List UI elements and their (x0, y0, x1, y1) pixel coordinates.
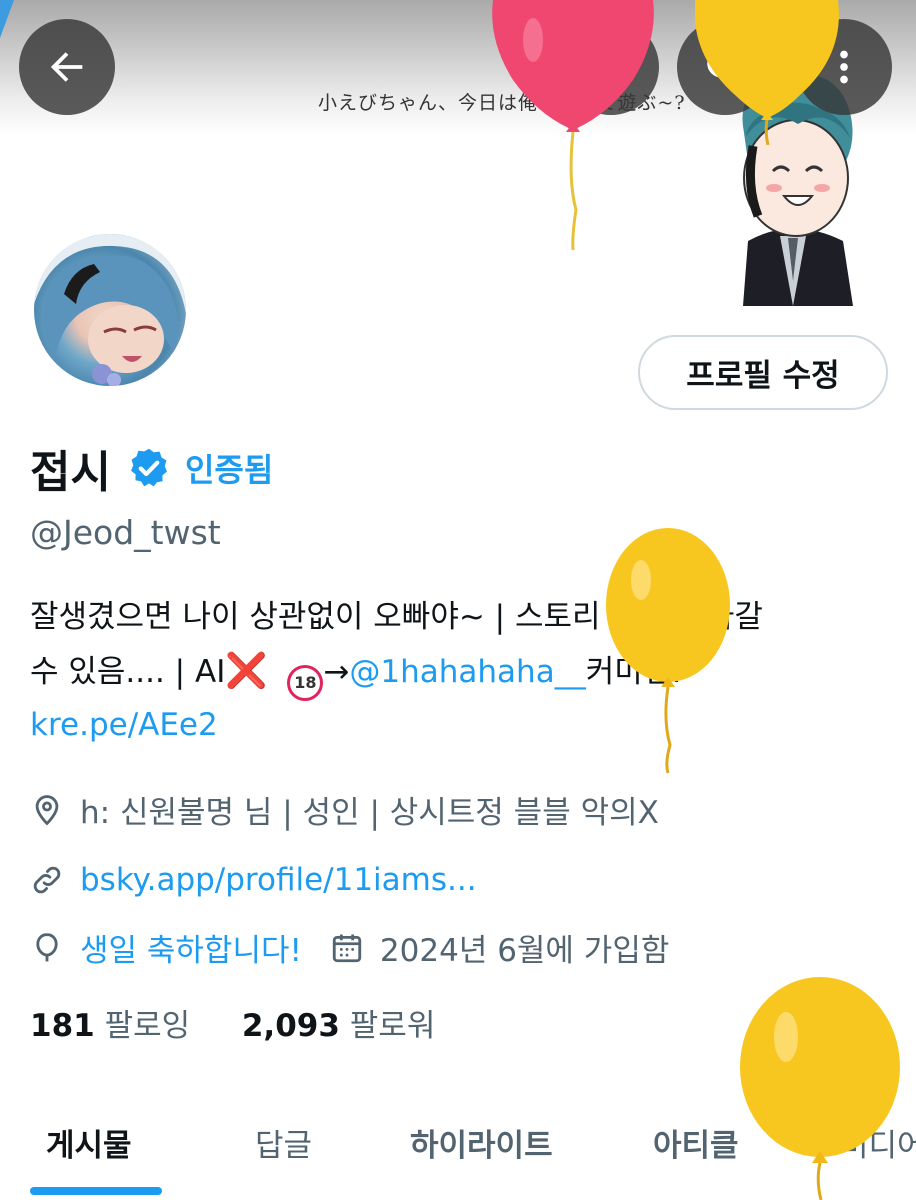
search-button[interactable] (677, 19, 773, 115)
display-name: 접시 (30, 447, 111, 498)
edit-profile-button[interactable]: 프로필 수정 (638, 335, 888, 410)
website-link[interactable]: bsky.app/profile/11iams... (80, 862, 477, 898)
verified-badge-icon[interactable] (127, 446, 171, 490)
tab-replies[interactable]: 답글 (255, 1120, 312, 1165)
arrow-left-icon (50, 52, 83, 82)
more-button[interactable] (796, 19, 892, 115)
follow-stats: 181 팔로잉 2,093 팔로워 (30, 1000, 435, 1045)
profile-bio: 잘생겼으면 나이 상관없이 오빠야~ | 스토리 스포 올라갈 수 있음....… (30, 590, 880, 752)
location-pin-icon (35, 794, 59, 825)
name-row: 접시 인증됨 (30, 438, 273, 498)
search-icon (707, 49, 744, 86)
birthday-joined-row: 생일 축하합니다! 2024년 6월에 가입함 (30, 925, 669, 970)
bio-text: 수 있음.... | AI (30, 654, 226, 690)
location-text: h: 신원불명 님 | 성인 | 상시트정 블블 악의X (80, 795, 659, 831)
x-logo-icon (593, 49, 629, 85)
user-handle: @Jeod_twst (30, 513, 221, 552)
bio-line-1: 잘생겼으면 나이 상관없이 오빠야~ | 스토리 스포 올라갈 (30, 599, 763, 635)
tab-media[interactable]: 미디어 (840, 1120, 916, 1165)
cross-mark-icon: ❌ (225, 651, 268, 691)
following-link[interactable]: 181 팔로잉 (30, 1008, 190, 1044)
tab-articles[interactable]: 아티클 (653, 1120, 739, 1165)
joined-date: 2024년 6월에 가입함 (379, 933, 670, 969)
tab-posts[interactable]: 게시물 (46, 1120, 132, 1165)
banner-corner-mark (0, 0, 14, 38)
following-label: 팔로잉 (104, 1008, 191, 1044)
verified-label[interactable]: 인증됨 (185, 445, 273, 491)
calendar-icon (332, 934, 362, 962)
followers-label: 팔로워 (349, 1008, 436, 1044)
avatar-illustration (34, 234, 186, 386)
profile-avatar[interactable] (30, 230, 190, 390)
bio-commission-link[interactable]: kre.pe/AEe2 (30, 698, 880, 752)
following-count: 181 (30, 1008, 95, 1044)
birthday-text[interactable]: 생일 축하합니다! (80, 925, 302, 970)
back-button[interactable] (19, 19, 115, 115)
more-vertical-icon (840, 50, 848, 84)
bio-text-commission: 커미션: (585, 654, 682, 690)
followers-count: 2,093 (241, 1008, 340, 1044)
no-under-18-icon: 18 (287, 665, 324, 701)
active-tab-indicator (30, 1187, 162, 1195)
link-icon (33, 866, 61, 894)
profile-tabs: 게시물 답글 하이라이트 아티클 미디어 (0, 1100, 916, 1200)
bio-line-2: 수 있음.... | AI❌ 18 →@1hahahaha__커미션: (30, 644, 880, 701)
x-logo-button[interactable] (563, 19, 659, 115)
age-badge-number: 18 (294, 673, 317, 692)
website-row: bsky.app/profile/11iams... (30, 862, 477, 898)
arrow-right-glyph: → (323, 654, 350, 690)
followers-link[interactable]: 2,093 팔로워 (242, 1008, 435, 1044)
bio-mention-link[interactable]: @1hahahaha__ (349, 654, 585, 690)
tab-highlights[interactable]: 하이라이트 (410, 1120, 553, 1165)
location-row: h: 신원불명 님 | 성인 | 상시트정 블블 악의X (30, 787, 659, 832)
balloon-icon (36, 932, 58, 961)
